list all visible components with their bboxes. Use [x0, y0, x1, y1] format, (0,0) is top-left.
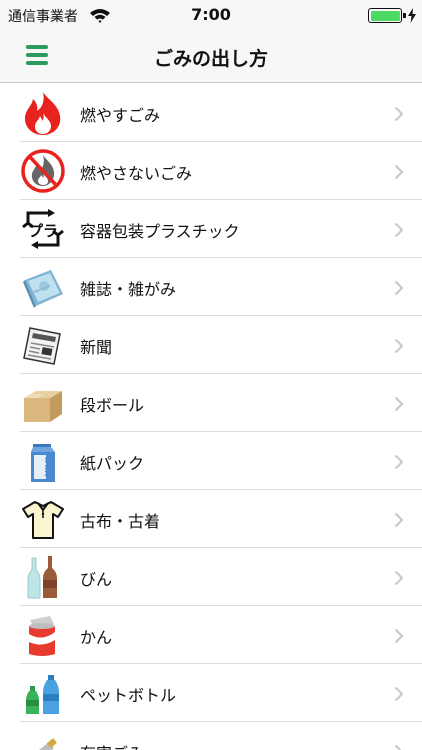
list-item[interactable]: プラ 容器包装プラスチック — [0, 200, 422, 258]
list-item[interactable]: MILK 紙パック — [0, 432, 422, 490]
chevron-right-icon — [394, 512, 404, 528]
list-item[interactable]: ペットボトル — [0, 664, 422, 722]
list-item[interactable]: 雑誌・雑がみ — [0, 258, 422, 316]
pet-bottle-icon — [20, 670, 66, 716]
list-item-label: 雑誌・雑がみ — [80, 280, 177, 299]
chevron-right-icon — [394, 744, 404, 750]
chevron-right-icon — [394, 628, 404, 644]
svg-text:MILK: MILK — [44, 457, 52, 477]
list-item-label: 燃やさないごみ — [80, 164, 193, 183]
svg-text:プラ: プラ — [28, 222, 58, 240]
status-bar: 通信事業者 7:00 — [0, 0, 422, 30]
list-item[interactable]: 有害ごみ — [0, 722, 422, 750]
bottles-icon — [20, 554, 66, 600]
list-item[interactable]: びん — [0, 548, 422, 606]
list-item-label: 紙パック — [80, 454, 145, 473]
chevron-right-icon — [394, 338, 404, 354]
list-item-label: 段ボール — [80, 396, 145, 415]
status-time: 7:00 — [191, 5, 231, 24]
magazine-icon — [20, 264, 66, 310]
charging-bolt-icon — [408, 8, 416, 23]
list-item[interactable]: 燃やすごみ — [0, 84, 422, 142]
navigation-bar: ごみの出し方 — [0, 30, 422, 83]
list-item[interactable]: 新聞 — [0, 316, 422, 374]
cardboard-box-icon — [20, 380, 66, 426]
no-burn-icon — [20, 148, 66, 194]
chevron-right-icon — [394, 570, 404, 586]
chevron-right-icon — [394, 280, 404, 296]
list-item-label: 新聞 — [80, 338, 113, 357]
list-item-label: かん — [80, 628, 113, 647]
chevron-right-icon — [394, 106, 404, 122]
shirt-icon — [20, 496, 66, 542]
chevron-right-icon — [394, 396, 404, 412]
chevron-right-icon — [394, 454, 404, 470]
list-item-label: 容器包装プラスチック — [80, 222, 240, 241]
list-item[interactable]: 段ボール — [0, 374, 422, 432]
list-item-label: 燃やすごみ — [80, 106, 161, 125]
list-item[interactable]: 燃やさないごみ — [0, 142, 422, 200]
flame-icon — [20, 90, 66, 136]
plastic-recycle-icon: プラ — [20, 206, 66, 252]
chevron-right-icon — [394, 686, 404, 702]
cans-icon — [20, 612, 66, 658]
chevron-right-icon — [394, 222, 404, 238]
list-item-label: びん — [80, 570, 113, 589]
category-list: 燃やすごみ 燃やさないごみ プラ 容器包装プラスチック 雑誌・雑がみ 新聞 段ボ… — [0, 84, 422, 750]
list-item[interactable]: 古布・古着 — [0, 490, 422, 548]
milk-carton-icon: MILK — [20, 438, 66, 484]
newspaper-icon — [20, 322, 66, 368]
list-item-label: 古布・古着 — [80, 512, 161, 531]
list-item[interactable]: かん — [0, 606, 422, 664]
chevron-right-icon — [394, 164, 404, 180]
page-title: ごみの出し方 — [153, 48, 268, 70]
battery-icon — [368, 8, 406, 23]
hazardous-icon — [20, 728, 66, 750]
list-item-label: ペットボトル — [80, 686, 177, 705]
list-item-label: 有害ごみ — [80, 740, 144, 750]
